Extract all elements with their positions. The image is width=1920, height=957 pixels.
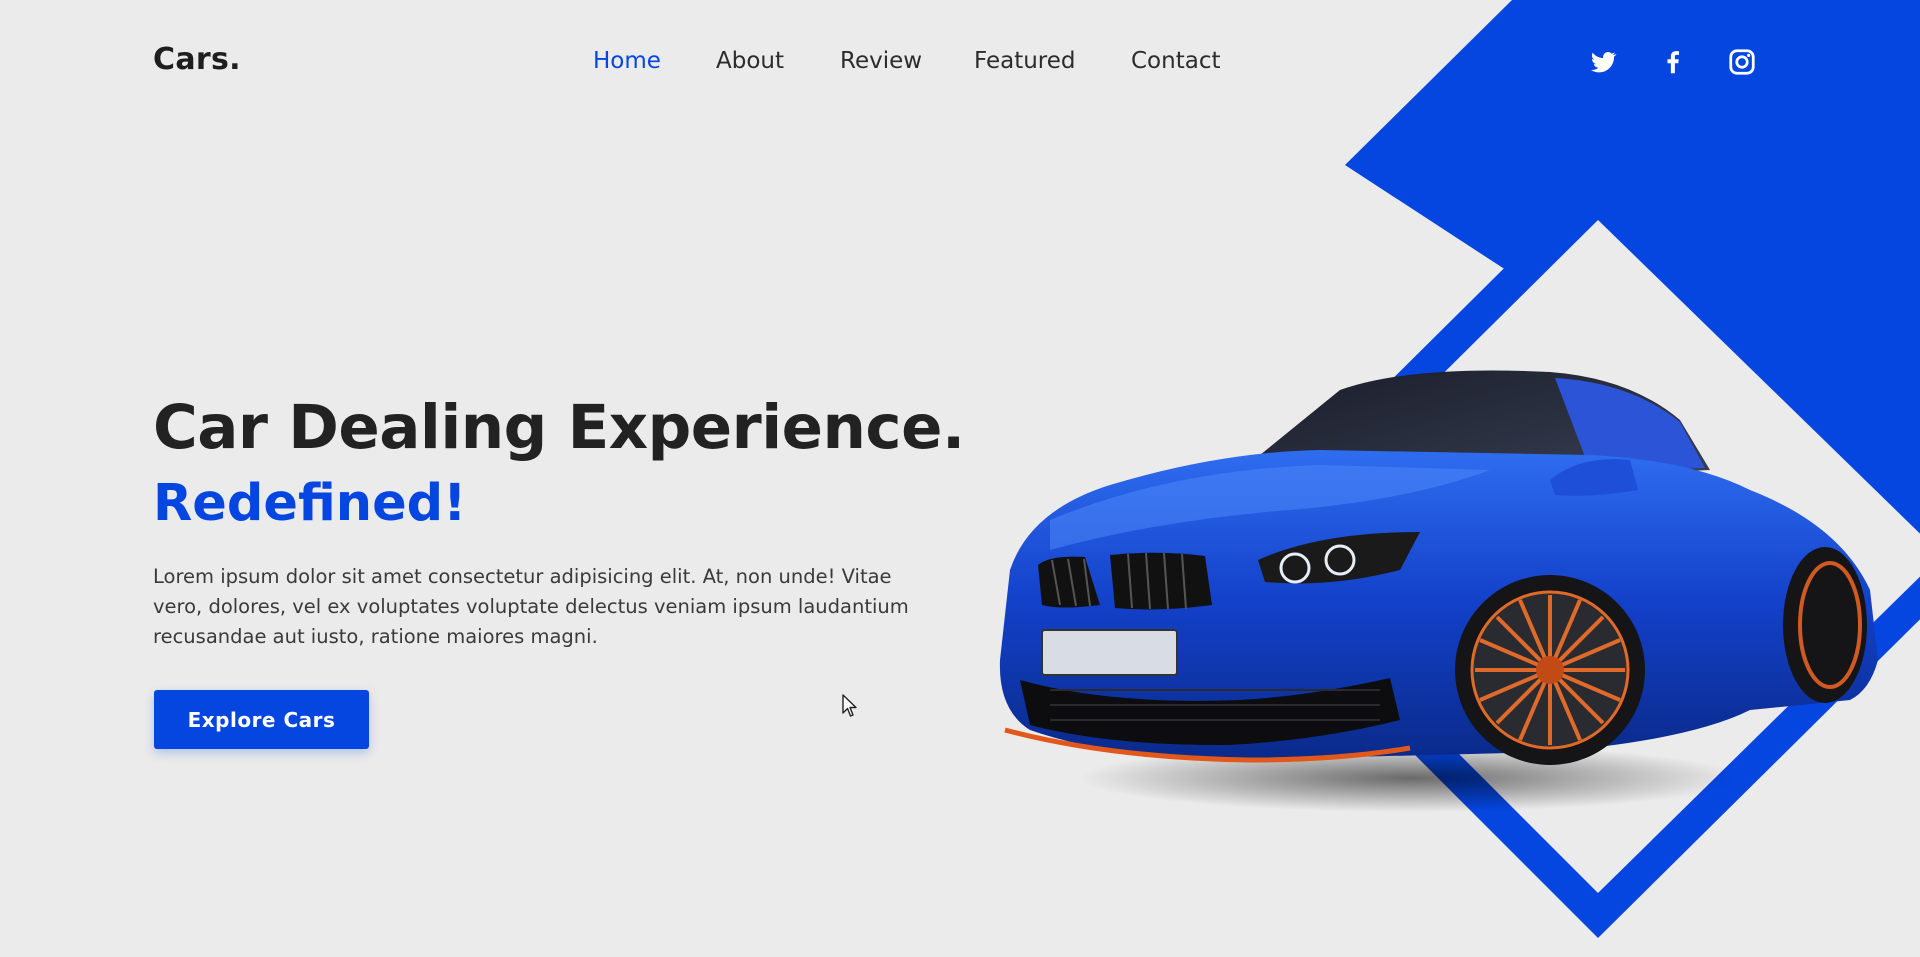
nav-featured[interactable]: Featured — [974, 48, 1076, 74]
blue-sports-car-image — [999, 370, 1878, 812]
site-logo[interactable]: Cars. — [153, 42, 241, 77]
nav-review[interactable]: Review — [840, 48, 922, 74]
mouse-pointer-icon — [842, 694, 857, 717]
nav-about[interactable]: About — [716, 48, 784, 74]
hero-subtitle: Redefined! — [153, 474, 467, 533]
instagram-icon[interactable] — [1727, 47, 1757, 77]
nav-home[interactable]: Home — [593, 48, 661, 74]
hero-title: Car Dealing Experience. — [153, 392, 965, 463]
hero-description: Lorem ipsum dolor sit amet consectetur a… — [153, 565, 909, 648]
facebook-icon[interactable] — [1658, 47, 1688, 77]
explore-cars-button[interactable]: Explore Cars — [154, 690, 369, 749]
nav-contact[interactable]: Contact — [1131, 48, 1220, 74]
twitter-icon[interactable] — [1588, 47, 1618, 77]
